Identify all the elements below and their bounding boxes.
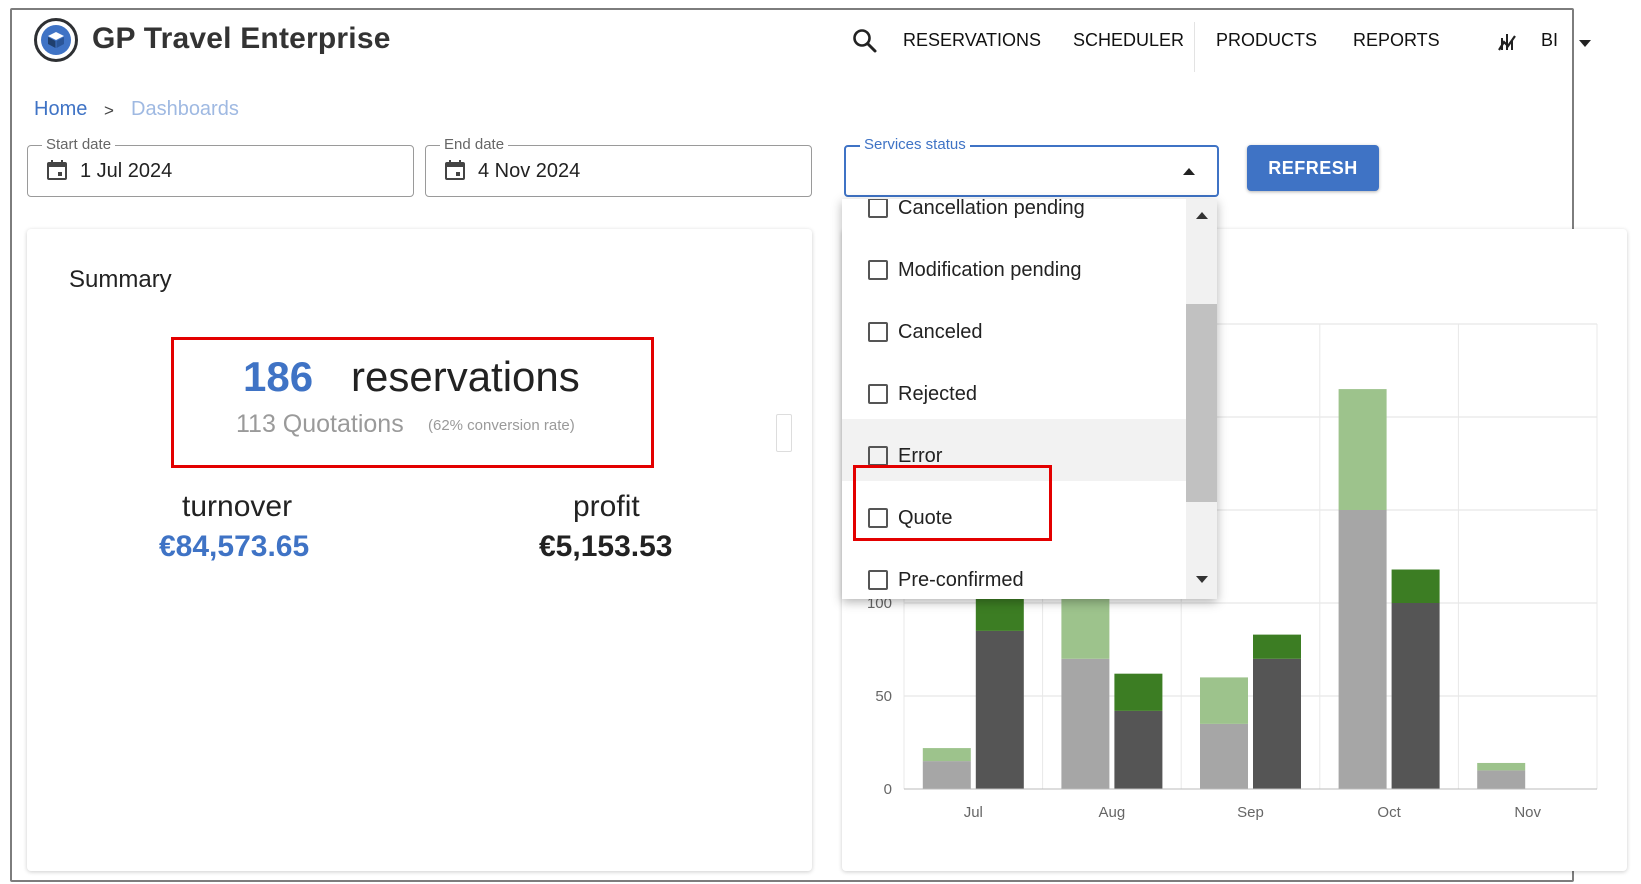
option-label: Modification pending — [898, 259, 1082, 281]
bi-menu-label[interactable]: BI — [1541, 30, 1558, 51]
option-pre-confirmed[interactable]: Pre-confirmed — [842, 551, 1186, 599]
bar-segment — [1477, 770, 1526, 789]
turnover-value: €84,573.65 — [159, 530, 310, 563]
bar-segment — [1391, 569, 1440, 603]
scroll-down-arrow-icon[interactable] — [1194, 573, 1210, 585]
bar-segment — [1253, 634, 1301, 659]
x-tick-label: Sep — [1237, 804, 1264, 821]
profit-value: €5,153.53 — [539, 530, 673, 563]
services-status-label: Services status — [860, 136, 970, 153]
nav-products[interactable]: PRODUCTS — [1216, 30, 1317, 51]
conversion-rate: (62% conversion rate) — [428, 417, 575, 434]
breadcrumb-home[interactable]: Home — [34, 98, 87, 121]
checkbox[interactable] — [868, 446, 888, 466]
reservations-label: reservations — [351, 353, 580, 400]
scroll-up-arrow-icon[interactable] — [1194, 209, 1210, 221]
checkbox[interactable] — [868, 260, 888, 280]
app-title[interactable]: GP Travel Enterprise — [92, 22, 391, 56]
chevron-down-icon[interactable] — [1577, 36, 1593, 48]
chart-icon[interactable] — [1496, 30, 1520, 54]
logo-icon[interactable] — [34, 18, 78, 62]
reservations-count: 186 — [243, 353, 314, 400]
checkbox[interactable] — [868, 570, 888, 590]
end-date-label: End date — [440, 136, 509, 153]
option-modification-pending[interactable]: Modification pending — [842, 241, 1186, 303]
bar-segment — [1338, 510, 1387, 789]
option-label: Canceled — [898, 321, 983, 343]
start-date-label: Start date — [42, 136, 116, 153]
breadcrumb-separator: > — [104, 101, 114, 120]
start-date-field[interactable]: Start date 1 Jul 2024 — [27, 136, 414, 197]
option-rejected[interactable]: Rejected — [842, 365, 1186, 427]
bar-segment — [1200, 677, 1248, 724]
checkbox[interactable] — [868, 384, 888, 404]
nav-reservations[interactable]: RESERVATIONS — [903, 30, 1041, 51]
option-label: Pre-confirmed — [898, 569, 1024, 591]
search-icon[interactable] — [852, 28, 878, 54]
x-tick-label: Jul — [964, 804, 983, 821]
calendar-icon — [47, 160, 67, 180]
quotations-count: 113 Quotations — [236, 410, 404, 438]
summary-title: Summary — [69, 266, 172, 293]
option-canceled[interactable]: Canceled — [842, 303, 1186, 365]
calendar-icon — [445, 160, 465, 180]
collapse-handle[interactable] — [776, 414, 792, 452]
bar-segment — [975, 630, 1024, 789]
bar-segment — [1114, 710, 1163, 789]
y-tick-label: 0 — [884, 781, 892, 798]
end-date-field[interactable]: End date 4 Nov 2024 — [425, 136, 812, 197]
option-cancellation-pending[interactable]: Cancellation pending — [842, 199, 1186, 241]
refresh-button[interactable]: REFRESH — [1247, 145, 1379, 191]
x-tick-label: Aug — [1099, 804, 1126, 821]
bar-segment — [1338, 389, 1387, 510]
y-tick-label: 50 — [875, 688, 892, 705]
option-label: Rejected — [898, 383, 977, 405]
nav-reports[interactable]: REPORTS — [1353, 30, 1440, 51]
x-tick-label: Nov — [1514, 804, 1541, 821]
nav-divider — [1194, 22, 1195, 72]
profit-label: profit — [573, 490, 640, 523]
checkbox[interactable] — [868, 322, 888, 342]
scrollbar-thumb[interactable] — [1186, 304, 1217, 502]
summary-card — [27, 229, 812, 871]
turnover-label: turnover — [182, 490, 293, 523]
breadcrumb-current: Dashboards — [131, 98, 239, 120]
chevron-up-icon[interactable] — [1181, 165, 1197, 177]
bar-segment — [1253, 658, 1301, 789]
services-status-select[interactable]: Services status — [844, 136, 1219, 197]
start-date-value: 1 Jul 2024 — [80, 160, 173, 182]
x-tick-label: Oct — [1377, 804, 1401, 821]
bar-segment — [1061, 658, 1110, 789]
option-label: Cancellation pending — [898, 199, 1085, 219]
bar-segment — [1114, 673, 1163, 711]
bar-segment — [1200, 723, 1248, 789]
bar-segment — [1391, 603, 1440, 789]
bar-segment — [922, 761, 971, 789]
annotation-box — [853, 465, 1052, 541]
checkbox[interactable] — [868, 199, 888, 218]
bar-segment — [922, 748, 971, 762]
nav-scheduler[interactable]: SCHEDULER — [1073, 30, 1184, 51]
end-date-value: 4 Nov 2024 — [478, 160, 581, 182]
bar-segment — [1477, 762, 1526, 771]
